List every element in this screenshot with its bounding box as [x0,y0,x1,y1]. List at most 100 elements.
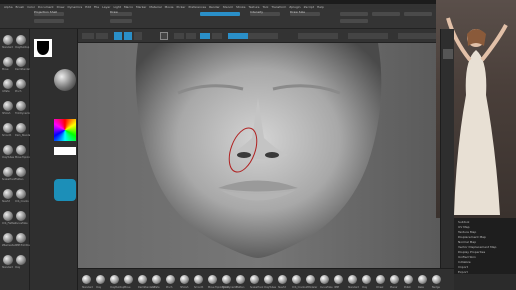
tool-menu-item[interactable]: Subtool [458,220,469,224]
menu-item[interactable]: Document [38,5,54,9]
shelf-brush[interactable] [180,275,189,284]
tool-menu-item[interactable]: Normal Map [458,240,476,244]
tool-menu-item[interactable]: Unified Skin [458,255,476,259]
brush-slot[interactable] [16,57,26,67]
shelf-brush[interactable] [208,275,217,284]
shelf-brush[interactable] [82,275,91,284]
brush-slot[interactable] [16,211,26,221]
morph-target-toggle[interactable] [404,12,432,16]
tool-menu-item[interactable]: Export [458,270,468,274]
material-sphere[interactable] [54,179,76,201]
zsub-button[interactable] [212,33,222,39]
dynamic-button[interactable] [398,33,436,39]
move-button[interactable] [114,32,122,40]
shelf-brush[interactable] [348,275,357,284]
shelf-brush[interactable] [418,275,427,284]
shelf-brush[interactable] [166,275,175,284]
shelf-brush[interactable] [222,275,231,284]
edit-button[interactable] [82,33,94,39]
menu-item[interactable]: Brush [16,5,25,9]
shelf-brush[interactable] [390,275,399,284]
menu-item[interactable]: Light [113,5,121,9]
shelf-brush[interactable] [292,275,301,284]
menu-item[interactable]: Marker [136,5,146,9]
brush-slot[interactable] [3,79,13,89]
rgb-button[interactable] [174,33,184,39]
menu-item[interactable]: Stroke [236,5,246,9]
rotate-button[interactable] [134,32,142,40]
z-intensity-slider[interactable] [228,33,248,39]
brush-slot[interactable] [3,123,13,133]
menu-item[interactable]: Preferences [188,5,206,9]
backface-mask-toggle[interactable] [340,19,368,23]
main-color-swatch[interactable] [54,147,76,155]
shelf-brush[interactable] [334,275,343,284]
shelf-brush[interactable] [236,275,245,284]
brush-slot[interactable] [3,145,13,155]
brush-slot[interactable] [3,211,13,221]
brush-slot[interactable] [3,35,13,45]
tool-menu-item[interactable]: UV Map [458,225,470,229]
shelf-brush[interactable] [376,275,385,284]
shelf-brush[interactable] [404,275,413,284]
brush-slot[interactable] [3,167,13,177]
focal-shift-slider[interactable] [298,33,338,39]
brush-fade-slider[interactable] [34,19,64,23]
brush-slot[interactable] [16,101,26,111]
brush-slot[interactable] [16,255,26,265]
shelf-brush[interactable] [96,275,105,284]
double-toggle[interactable] [372,12,400,16]
shelf-brush[interactable] [110,275,119,284]
focal-shift-field[interactable] [110,19,132,23]
thumbnail-icon[interactable] [443,49,453,59]
active-brush-button[interactable] [200,12,240,16]
menu-item[interactable]: Help [317,5,324,9]
shelf-brush[interactable] [320,275,329,284]
shelf-brush[interactable] [138,275,147,284]
brush-slot[interactable] [3,255,13,265]
draw-button[interactable] [96,33,108,39]
brush-slot[interactable] [16,233,26,243]
menu-item[interactable]: Tool [262,5,268,9]
menu-item[interactable]: Layer [102,5,110,9]
tool-menu-item[interactable]: Import [458,265,468,269]
shelf-brush[interactable] [264,275,273,284]
menu-item[interactable]: Edit [85,5,91,9]
brush-slot[interactable] [16,123,26,133]
menu-item[interactable]: Color [27,5,35,9]
shelf-brush[interactable] [194,275,203,284]
tool-menu-item[interactable]: Vector Displacement Map [458,245,496,249]
brush-slot[interactable] [3,57,13,67]
shelf-brush[interactable] [432,275,441,284]
menu-item[interactable]: Dynamics [67,5,82,9]
shelf-brush[interactable] [362,275,371,284]
menu-item[interactable]: Zplugin [289,5,300,9]
brush-slot[interactable] [16,189,26,199]
m-button[interactable] [186,33,196,39]
menu-item[interactable]: Picker [177,5,186,9]
menu-item[interactable]: Stencil [223,5,233,9]
tool-menu-item[interactable]: Texture Map [458,230,476,234]
brush-slot[interactable] [16,167,26,177]
brush-slot[interactable] [16,145,26,155]
brush-slot[interactable] [16,35,26,45]
tool-menu-item[interactable]: Displacement Map [458,235,486,239]
brush-slot[interactable] [16,79,26,89]
menu-item[interactable]: Draw [57,5,65,9]
tool-menu-item[interactable]: Display Properties [458,250,485,254]
menu-item[interactable]: Zscript [304,5,314,9]
menu-item[interactable]: Transform [271,5,286,9]
draw-size-slider[interactable] [348,33,388,39]
document-canvas[interactable] [78,43,440,268]
brush-slot[interactable] [3,101,13,111]
shelf-brush[interactable] [152,275,161,284]
shelf-brush[interactable] [278,275,287,284]
color-picker[interactable] [54,119,76,141]
shelf-brush[interactable] [250,275,259,284]
shelf-brush[interactable] [306,275,315,284]
menu-item[interactable]: Render [209,5,220,9]
tool-menu-item[interactable]: Initialize [458,260,471,264]
zadd-button[interactable] [200,33,210,39]
alpha-thumbnail[interactable] [34,39,52,57]
menu-item[interactable]: File [94,5,99,9]
